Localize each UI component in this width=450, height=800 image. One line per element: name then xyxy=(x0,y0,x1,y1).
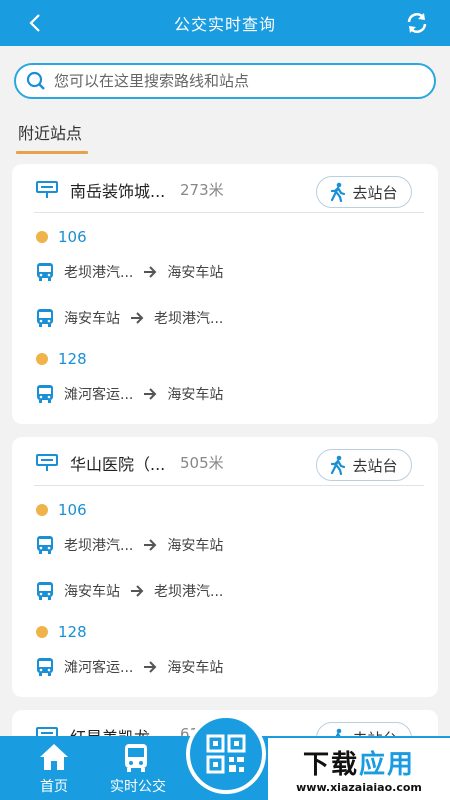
go-to-stop-button[interactable]: 去站台 xyxy=(316,449,412,481)
stop-card[interactable]: 南岳装饰城... 273米 去站台 106 老坝港汽... 海安车站 海安车站 … xyxy=(12,164,438,424)
stop-card[interactable]: 华山医院（... 505米 去站台 106 老坝港汽... 海安车站 海安车站 … xyxy=(12,437,438,697)
route-direction-row[interactable]: 海安车站 老坝港汽... xyxy=(36,308,223,328)
tab-underline xyxy=(16,151,88,154)
route-number-label: 128 xyxy=(58,350,87,368)
direction-to: 海安车站 xyxy=(167,660,224,676)
go-to-stop-label: 去站台 xyxy=(352,183,398,202)
route-direction-row[interactable]: 滩河客运... 海安车站 xyxy=(36,384,223,404)
direction-from: 老坝港汽... xyxy=(64,538,134,554)
search-area xyxy=(0,46,450,116)
direction-to: 海安车站 xyxy=(167,265,224,281)
direction-from: 滩河客运... xyxy=(64,660,134,676)
bus-icon xyxy=(37,658,53,676)
back-button[interactable] xyxy=(24,12,46,34)
arrow-right-icon xyxy=(144,661,157,673)
card-divider xyxy=(34,212,424,213)
home-icon xyxy=(40,744,68,770)
route-direction-row[interactable]: 海安车站 老坝港汽... xyxy=(36,581,223,601)
direction-from: 滩河客运... xyxy=(64,387,134,403)
bus-icon xyxy=(37,385,53,403)
nav-realtime-bus[interactable]: 实时公交 xyxy=(98,736,178,800)
stop-name: 南岳装饰城... xyxy=(70,182,166,201)
stop-card-header: 南岳装饰城... 273米 去站台 xyxy=(12,164,438,214)
direction-to: 老坝港汽... xyxy=(154,311,224,327)
bus-icon xyxy=(37,309,53,327)
stop-distance: 505米 xyxy=(180,454,224,472)
app-header: 公交实时查询 xyxy=(0,0,450,46)
bus-icon xyxy=(37,263,53,281)
go-to-stop-button[interactable]: 去站台 xyxy=(316,176,412,208)
route-number[interactable]: 106 xyxy=(36,228,87,246)
direction-to: 海安车站 xyxy=(167,538,224,554)
direction-to: 海安车站 xyxy=(167,387,224,403)
arrow-right-icon xyxy=(144,266,157,278)
route-dot xyxy=(36,626,48,638)
route-number-label: 128 xyxy=(58,623,87,641)
direction-from: 海安车站 xyxy=(64,311,120,327)
page-title: 公交实时查询 xyxy=(173,15,276,34)
search-bar[interactable] xyxy=(14,63,436,99)
nav-home[interactable]: 首页 xyxy=(14,736,94,800)
direction-from: 海安车站 xyxy=(64,584,120,600)
bus-icon xyxy=(125,744,147,772)
arrow-right-icon xyxy=(144,539,157,551)
route-dot xyxy=(36,353,48,365)
stop-card-header: 华山医院（... 505米 去站台 xyxy=(12,437,438,487)
route-number-label: 106 xyxy=(58,501,87,519)
walking-icon xyxy=(331,455,346,475)
bus-icon xyxy=(37,582,53,600)
watermark-title: 下载应用 xyxy=(302,750,416,780)
route-dot xyxy=(36,231,48,243)
route-number[interactable]: 106 xyxy=(36,501,87,519)
route-number[interactable]: 128 xyxy=(36,623,87,641)
direction-from: 老坝港汽... xyxy=(64,265,134,281)
stop-distance: 273米 xyxy=(180,181,224,199)
route-direction-row[interactable]: 老坝港汽... 海安车站 xyxy=(36,535,223,555)
direction-to: 老坝港汽... xyxy=(154,584,224,600)
arrow-right-icon xyxy=(131,312,144,324)
search-icon xyxy=(26,71,45,90)
route-dot xyxy=(36,504,48,516)
watermark-url: www.xiazaiaiao.com xyxy=(296,781,422,794)
tab-nearby-stops[interactable]: 附近站点 xyxy=(18,120,82,152)
card-divider xyxy=(34,485,424,486)
watermark-logo: 下载应用 www.xiazaiaiao.com xyxy=(268,738,450,800)
route-direction-row[interactable]: 滩河客运... 海安车站 xyxy=(36,657,223,677)
arrow-right-icon xyxy=(144,388,157,400)
route-number-label: 106 xyxy=(58,228,87,246)
stop-name: 华山医院（... xyxy=(70,455,166,474)
refresh-button[interactable] xyxy=(404,10,430,36)
bus-stop-icon xyxy=(36,454,58,471)
route-number[interactable]: 128 xyxy=(36,350,87,368)
walking-icon xyxy=(331,182,346,202)
bus-stop-icon xyxy=(36,181,58,198)
refresh-icon xyxy=(407,13,427,33)
arrow-right-icon xyxy=(131,585,144,597)
bus-icon xyxy=(37,536,53,554)
route-direction-row[interactable]: 老坝港汽... 海安车站 xyxy=(36,262,223,282)
chevron-left-icon xyxy=(29,14,40,32)
qr-code-icon xyxy=(206,734,246,774)
nav-realtime-label: 实时公交 xyxy=(110,779,166,795)
qr-scan-button[interactable] xyxy=(186,714,266,794)
go-to-stop-label: 去站台 xyxy=(352,456,398,475)
nav-home-label: 首页 xyxy=(40,779,68,795)
search-input[interactable] xyxy=(54,72,414,90)
